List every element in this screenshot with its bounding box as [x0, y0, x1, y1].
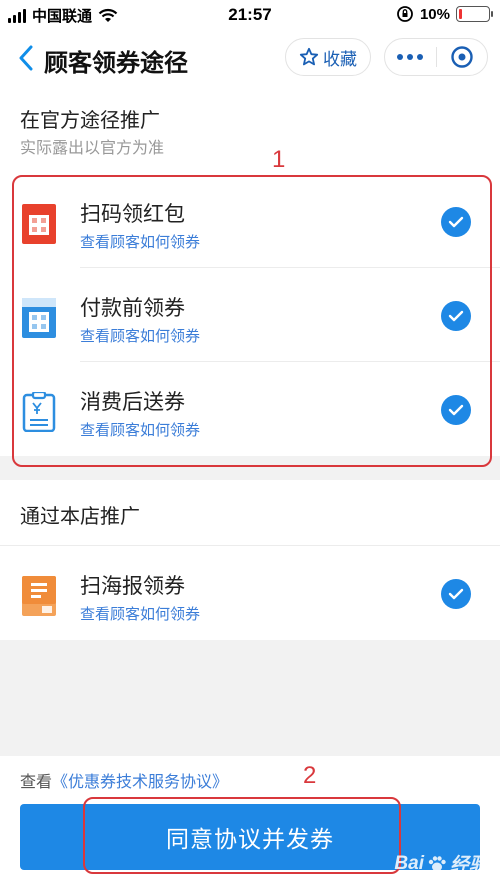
list-item-scan-red-packet[interactable]: 扫码领红包 查看顾客如何领券 — [0, 174, 500, 268]
checkbox-checked[interactable] — [441, 579, 471, 609]
annotation-label-1: 1 — [272, 146, 286, 173]
watermark-text-2: 经验 — [449, 855, 488, 876]
more-button[interactable] — [385, 54, 436, 60]
submit-label: 同意协议并发券 — [166, 826, 334, 852]
watermark-text: Bai — [394, 852, 424, 874]
chevron-left-icon — [19, 45, 33, 71]
item-title: 付款前领券 — [80, 297, 185, 320]
battery-icon — [456, 6, 493, 22]
item-title: 消费后送券 — [80, 391, 185, 414]
check-icon — [448, 216, 464, 228]
status-right: 10% — [396, 5, 493, 23]
mini-program-capsule — [384, 38, 488, 76]
official-section-header: 在官方途径推广 实际露出以官方为准 — [0, 86, 500, 174]
item-how-link[interactable]: 查看顾客如何领券 — [80, 325, 200, 346]
close-circle-icon — [451, 46, 473, 68]
agreement-link[interactable]: 《优惠券技术服务协议》 — [52, 774, 228, 791]
list-item-post-consumption-coupon[interactable]: 消费后送券 查看顾客如何领券 — [0, 362, 500, 456]
poster-icon — [22, 576, 56, 616]
store-items-list: 扫海报领券 查看顾客如何领券 — [0, 546, 500, 640]
battery-percent: 10% — [419, 5, 450, 23]
official-items-list: 扫码领红包 查看顾客如何领券 付款前领券 查看顾客如何领券 消费后送券 查看顾客… — [0, 174, 500, 456]
close-button[interactable] — [436, 45, 487, 69]
collect-label: 收藏 — [323, 49, 357, 69]
checkbox-checked[interactable] — [441, 301, 471, 331]
check-icon — [448, 588, 464, 600]
page-title: 顾客领券途径 — [44, 50, 188, 77]
blue-qr-icon — [22, 298, 56, 338]
annotation-label-2: 2 — [303, 762, 317, 789]
store-section-header: 通过本店推广 — [0, 480, 500, 546]
receipt-icon — [22, 392, 56, 432]
red-qr-icon — [22, 204, 56, 244]
agreement-text: 查看《优惠券技术服务协议》 — [20, 768, 228, 792]
star-icon — [299, 47, 319, 66]
collect-button[interactable]: 收藏 — [285, 38, 371, 76]
check-icon — [448, 310, 464, 322]
paw-icon — [428, 855, 446, 871]
item-title: 扫海报领券 — [80, 575, 185, 598]
checkbox-checked[interactable] — [441, 395, 471, 425]
item-how-link[interactable]: 查看顾客如何领券 — [80, 603, 200, 624]
status-bar: 中国联通 21:57 10% — [0, 0, 500, 30]
official-section-subtitle: 实际露出以官方为准 — [20, 140, 165, 157]
rotation-lock-icon — [397, 6, 413, 22]
check-icon — [448, 404, 464, 416]
agreement-prefix: 查看 — [20, 774, 53, 791]
store-section-title: 通过本店推广 — [20, 506, 140, 528]
list-item-scan-poster-coupon[interactable]: 扫海报领券 查看顾客如何领券 — [0, 546, 500, 640]
official-section-title: 在官方途径推广 — [20, 110, 160, 132]
checkbox-checked[interactable] — [441, 207, 471, 237]
item-how-link[interactable]: 查看顾客如何领券 — [80, 419, 200, 440]
item-title: 扫码领红包 — [80, 203, 185, 226]
nav-bar: 顾客领券途径 收藏 — [0, 30, 500, 86]
list-item-pre-payment-coupon[interactable]: 付款前领券 查看顾客如何领券 — [0, 268, 500, 362]
baidu-watermark: Bai 经验 — [394, 850, 488, 877]
item-how-link[interactable]: 查看顾客如何领券 — [80, 231, 200, 252]
back-button[interactable] — [14, 42, 38, 74]
